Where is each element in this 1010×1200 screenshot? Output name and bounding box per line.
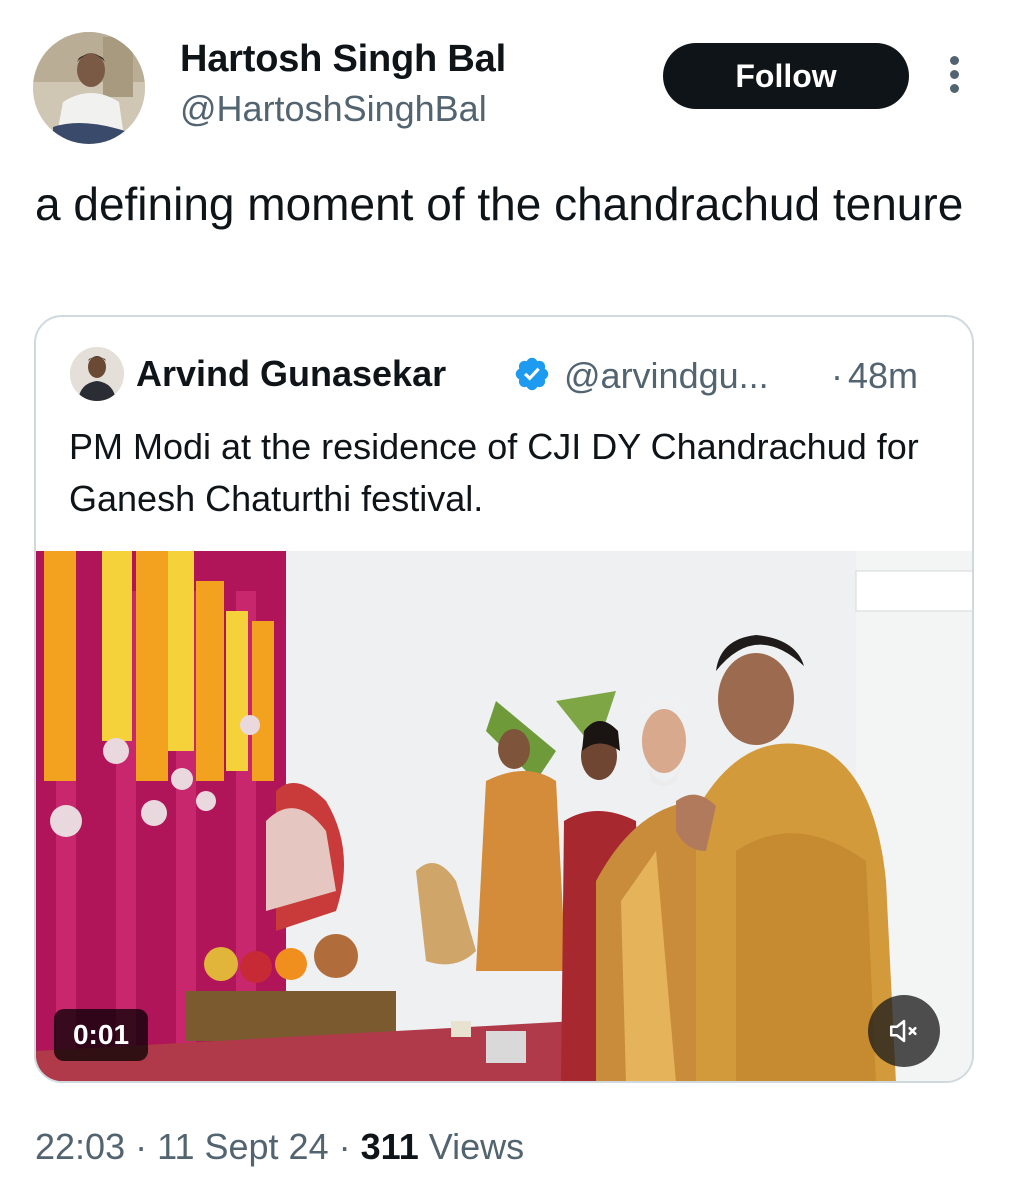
verified-badge-icon (515, 357, 549, 391)
follow-button[interactable]: Follow (663, 43, 909, 109)
volume-muted-icon (889, 1019, 917, 1043)
tweet-date[interactable]: 11 Sept 24 (157, 1126, 328, 1167)
dot-separator: · (831, 355, 843, 396)
quoted-author-name[interactable]: Arvind Gunasekar (136, 353, 446, 395)
quoted-author-handle[interactable]: @arvindgu... (564, 355, 769, 397)
meta-separator: · (135, 1126, 148, 1167)
author-avatar[interactable] (33, 32, 145, 144)
meta-separator: · (338, 1126, 351, 1167)
quoted-author-avatar[interactable] (70, 347, 124, 401)
video-frame-image (36, 551, 972, 1081)
video-player[interactable]: 0:01 (36, 551, 972, 1081)
author-name[interactable]: Hartosh Singh Bal (180, 38, 506, 81)
author-handle[interactable]: @HartoshSinghBal (180, 88, 487, 130)
tweet-time[interactable]: 22:03 (35, 1126, 125, 1167)
video-duration-badge: 0:01 (54, 1009, 148, 1061)
quoted-tweet-card[interactable]: Arvind Gunasekar @arvindgu... · 48m PM M… (34, 315, 974, 1083)
mute-toggle-button[interactable] (868, 995, 940, 1067)
more-vertical-icon[interactable] (938, 56, 970, 100)
tweet-text: a defining moment of the chandrachud ten… (35, 178, 964, 230)
views-label: Views (428, 1126, 525, 1167)
quoted-tweet-text: PM Modi at the residence of CJI DY Chand… (69, 426, 919, 519)
tweet-meta: 22:03 · 11 Sept 24 · 311 Views (35, 1126, 524, 1168)
quoted-tweet-time[interactable]: 48m (848, 355, 918, 397)
views-count: 311 (360, 1126, 419, 1167)
